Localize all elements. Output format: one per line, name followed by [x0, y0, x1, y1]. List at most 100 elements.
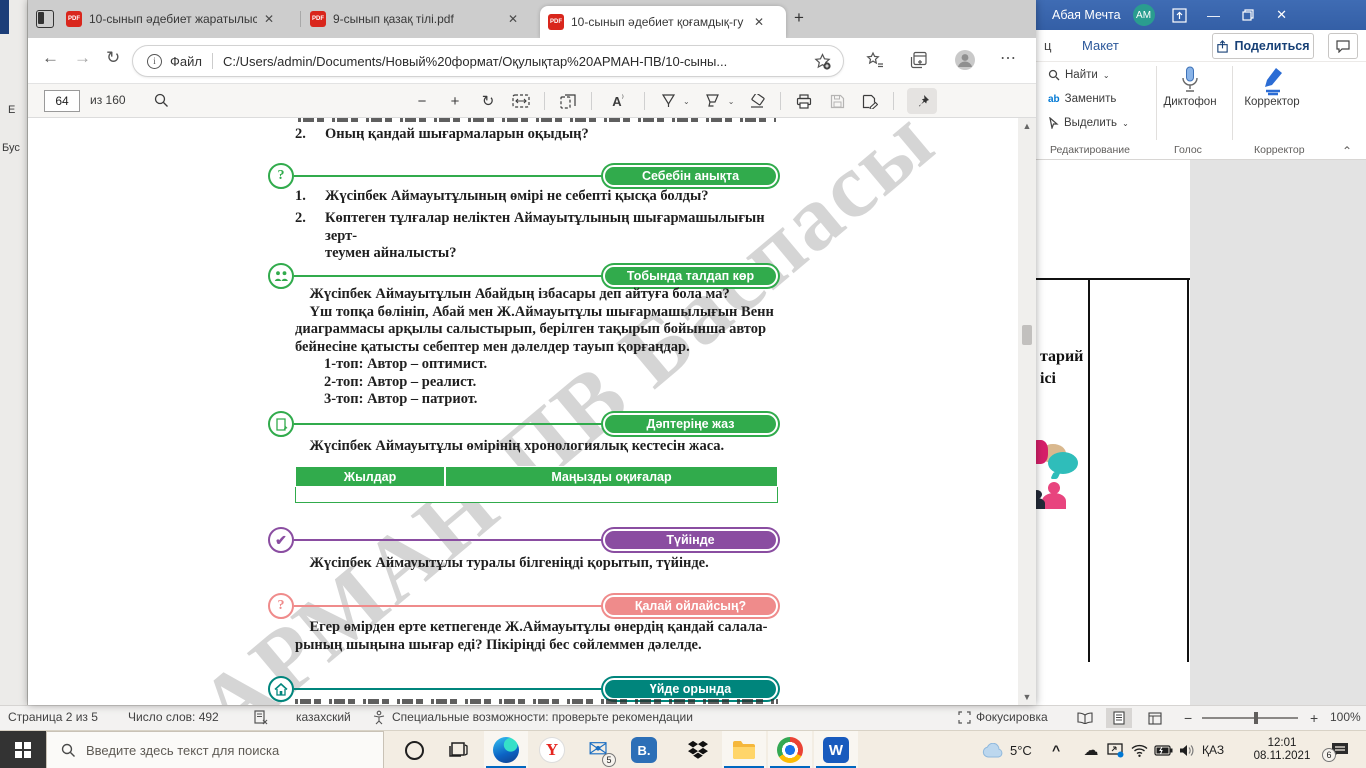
print-layout-icon[interactable]	[1106, 708, 1132, 728]
proofing-icon[interactable]	[254, 710, 268, 725]
back-icon[interactable]: ←	[42, 48, 59, 68]
refresh-icon[interactable]: ↻	[106, 48, 120, 68]
zoom-out-button[interactable]: −	[1184, 710, 1192, 726]
forward-icon[interactable]: →	[74, 48, 91, 68]
highlighter-icon[interactable]	[703, 91, 723, 111]
windows-logo-icon	[15, 742, 31, 758]
erase-icon[interactable]	[747, 91, 767, 111]
favorites-icon[interactable]	[866, 51, 884, 69]
replace-command[interactable]: ab Заменить	[1048, 93, 1116, 105]
focus-mode-button[interactable]: Фокусировка	[958, 710, 1048, 724]
onedrive-icon[interactable]: ☁	[1080, 731, 1102, 768]
zoom-in-button[interactable]: +	[1310, 710, 1318, 726]
taskbar-dropbox-icon[interactable]	[676, 731, 720, 768]
zoom-slider-thumb[interactable]	[1254, 712, 1258, 724]
pdf-scrollbar[interactable]: ▲ ▼	[1018, 118, 1036, 705]
info-icon[interactable]: i	[147, 53, 162, 69]
notification-center-icon[interactable]: 6	[1322, 731, 1350, 768]
page-view-icon[interactable]	[558, 91, 578, 111]
read-aloud-icon[interactable]: A ⁾	[605, 91, 631, 111]
save-as-icon[interactable]	[860, 91, 880, 111]
taskbar-vk-icon[interactable]: В.	[622, 731, 666, 768]
url-text[interactable]: C:/Users/admin/Documents/Новый%20формат/…	[223, 54, 783, 69]
notebook-badge-icon	[268, 411, 294, 437]
taskbar-word-icon[interactable]: W	[814, 731, 858, 768]
accessibility-icon[interactable]	[372, 710, 386, 725]
scroll-up-icon[interactable]: ▲	[1023, 118, 1032, 134]
zoom-out-icon[interactable]: −	[412, 91, 432, 111]
scrollbar-thumb[interactable]	[1022, 325, 1032, 345]
editor-button[interactable]: Корректор	[1240, 66, 1304, 108]
tab-actions-icon[interactable]	[36, 10, 54, 28]
taskbar-explorer-icon[interactable]	[722, 731, 766, 768]
zoom-percent[interactable]: 100%	[1330, 710, 1361, 724]
settings-more-icon[interactable]: ⋯	[1000, 48, 1017, 68]
print-icon[interactable]	[794, 91, 814, 111]
word-account-name[interactable]: Абая Мечта	[1052, 8, 1121, 22]
taskbar-edge-icon[interactable]	[484, 731, 528, 768]
add-favorite-icon[interactable]	[814, 52, 831, 70]
tab-close-icon[interactable]: ✕	[264, 12, 274, 26]
web-layout-icon[interactable]	[1142, 708, 1168, 728]
status-accessibility-text[interactable]: Специальные возможности: проверьте реком…	[392, 710, 693, 724]
fit-to-width-icon[interactable]	[511, 91, 531, 111]
status-language[interactable]: казахский	[296, 710, 351, 724]
taskbar-yandex-icon[interactable]: Y	[530, 731, 574, 768]
tab-2[interactable]: PDF 9-сынып қазақ тілі.pdf ✕	[302, 0, 538, 38]
comments-button[interactable]	[1328, 33, 1358, 59]
address-bar[interactable]: i Файл C:/Users/admin/Documents/Новый%20…	[132, 45, 844, 77]
table-border	[1088, 278, 1090, 662]
tab-close-icon[interactable]: ✕	[754, 15, 764, 29]
profile-avatar-icon[interactable]	[954, 49, 976, 71]
collapse-ribbon-icon[interactable]: ⌃	[1342, 144, 1352, 158]
status-page-count[interactable]: Страница 2 из 5	[8, 710, 98, 724]
find-command[interactable]: Найти ⌄	[1048, 69, 1110, 81]
select-command[interactable]: Выделить ⌄	[1048, 117, 1129, 129]
taskbar-chrome-icon[interactable]	[768, 731, 812, 768]
ribbon-tab-partial[interactable]: ц	[1044, 38, 1051, 53]
ribbon-display-options-icon[interactable]	[1163, 0, 1197, 30]
pdf-page[interactable]: АРМАН-ПВ Баспасы 2. Оның қандай шығармал…	[28, 118, 1036, 705]
start-button[interactable]	[0, 731, 46, 768]
cast-display-icon[interactable]	[1104, 731, 1126, 768]
new-tab-button[interactable]: +	[794, 8, 804, 28]
cortana-icon[interactable]	[392, 731, 436, 768]
account-avatar[interactable]: AM	[1132, 4, 1155, 26]
wifi-icon[interactable]	[1128, 731, 1150, 768]
toolbar-divider	[780, 92, 782, 110]
zoom-slider[interactable]	[1202, 712, 1298, 724]
save-icon	[827, 91, 847, 111]
read-mode-icon[interactable]	[1072, 708, 1098, 728]
scroll-down-icon[interactable]: ▼	[1023, 689, 1032, 705]
task-view-icon[interactable]	[436, 731, 480, 768]
taskbar-mail-icon[interactable]: ✉ 5	[576, 731, 620, 768]
zoom-in-icon[interactable]: +	[445, 91, 465, 111]
page-number-input[interactable]: 64	[44, 90, 80, 112]
tray-chevron-icon[interactable]: ^	[1052, 731, 1060, 768]
search-icon[interactable]	[154, 93, 169, 108]
taskbar-search-input[interactable]: Введите здесь текст для поиска	[46, 731, 384, 768]
draw-pen-icon[interactable]	[658, 91, 678, 111]
word-restore-button[interactable]	[1231, 0, 1265, 30]
collections-icon[interactable]	[910, 51, 928, 69]
language-indicator[interactable]: ҚАЗ	[1202, 731, 1224, 768]
share-button[interactable]: Поделиться	[1212, 33, 1314, 59]
weather-widget[interactable]: 5°C	[982, 731, 1032, 768]
search-icon	[1048, 69, 1060, 81]
notification-badge: 6	[1322, 748, 1336, 762]
tab-close-icon[interactable]: ✕	[508, 12, 518, 26]
volume-icon[interactable]	[1176, 731, 1198, 768]
chevron-down-icon[interactable]: ⌄	[728, 97, 735, 106]
tab-1[interactable]: PDF 10-сынып әдебиет жаратылыст ✕	[58, 0, 298, 38]
rotate-icon[interactable]: ↻	[478, 91, 498, 111]
battery-icon[interactable]	[1152, 731, 1174, 768]
status-word-count[interactable]: Число слов: 492	[128, 710, 219, 724]
clock-widget[interactable]: 12:01 08.11.2021	[1244, 737, 1320, 768]
word-close-button[interactable]: ✕	[1265, 0, 1299, 30]
chevron-down-icon[interactable]: ⌄	[683, 97, 690, 106]
tab-3-active[interactable]: PDF 10-сынып әдебиет қоғамдық-гу ✕	[540, 6, 786, 38]
ribbon-tab-layout[interactable]: Макет	[1082, 38, 1119, 53]
dictate-button[interactable]: Диктофон	[1158, 66, 1222, 108]
word-minimize-button[interactable]: —	[1197, 0, 1231, 30]
pin-toolbar-icon[interactable]	[907, 88, 938, 114]
